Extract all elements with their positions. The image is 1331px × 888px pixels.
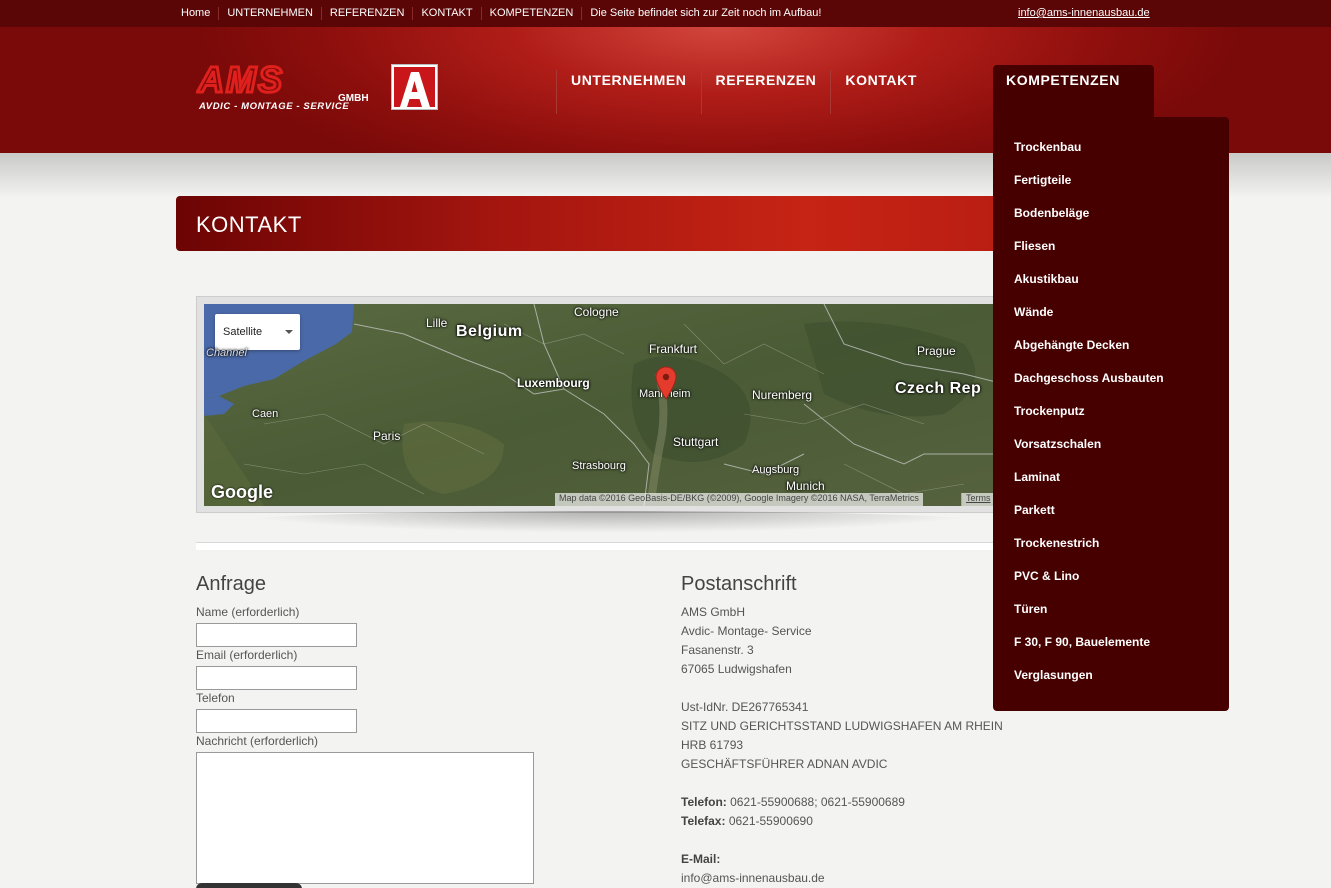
map-label-paris: Paris bbox=[373, 429, 401, 443]
phone-label: Telefon bbox=[196, 691, 235, 705]
top-nav-kompetenzen[interactable]: KOMPETENZEN bbox=[480, 7, 582, 20]
dropdown-item-laminat[interactable]: Laminat bbox=[993, 469, 1229, 502]
map-label-nuremberg: Nuremberg bbox=[752, 388, 813, 402]
phone-numbers: 0621-55900688; 0621-55900689 bbox=[730, 795, 905, 809]
map-shadow bbox=[230, 511, 990, 533]
email-line-label: E-Mail: bbox=[681, 850, 1003, 869]
map-marker-icon[interactable] bbox=[655, 366, 677, 400]
nav-kompetenzen[interactable]: KOMPETENZEN bbox=[993, 65, 1154, 123]
kompetenzen-dropdown: Trockenbau Fertigteile Bodenbeläge Flies… bbox=[993, 117, 1229, 711]
city: 67065 Ludwigshafen bbox=[681, 662, 792, 676]
dropdown-item-pvc-lino[interactable]: PVC & Lino bbox=[993, 568, 1229, 601]
google-map[interactable] bbox=[204, 304, 1004, 506]
dropdown-item-parkett[interactable]: Parkett bbox=[993, 502, 1229, 535]
nav-kontakt[interactable]: KONTAKT bbox=[830, 70, 931, 114]
hrb-number: HRB 61793 bbox=[681, 738, 744, 752]
fax-number: 0621-55900690 bbox=[728, 814, 813, 828]
address-block: AMS GmbH Avdic- Montage- Service Fasanen… bbox=[681, 603, 1003, 888]
map-label-channel: Channel bbox=[206, 347, 247, 359]
map-label-lille: Lille bbox=[426, 316, 448, 330]
fax-line: Telefax: 0621-55900690 bbox=[681, 812, 1003, 831]
submit-button[interactable] bbox=[196, 883, 302, 888]
ams-logo[interactable]: AMS GMBH AVDIC - MONTAGE - SERVICE bbox=[196, 50, 376, 113]
vat-id: Ust-IdNr. DE267765341 bbox=[681, 700, 809, 714]
chevron-down-icon bbox=[285, 330, 293, 334]
dropdown-item-waende[interactable]: Wände bbox=[993, 304, 1229, 337]
page-title: KONTAKT bbox=[196, 212, 302, 237]
dropdown-item-trockenbau[interactable]: Trockenbau bbox=[993, 139, 1229, 172]
map-label-prague: Prague bbox=[917, 344, 956, 358]
logo-tagline: AVDIC - MONTAGE - SERVICE bbox=[198, 101, 349, 112]
dropdown-item-akustikbau[interactable]: Akustikbau bbox=[993, 271, 1229, 304]
phone-line: Telefon: 0621-55900688; 0621-55900689 bbox=[681, 793, 1003, 812]
dropdown-item-f30-f90[interactable]: F 30, F 90, Bauelemente bbox=[993, 634, 1229, 667]
top-nav-home[interactable]: Home bbox=[174, 7, 218, 20]
court-seat: SITZ UND GERICHTSSTAND LUDWIGSHAFEN AM R… bbox=[681, 719, 1003, 733]
form-title: Anfrage bbox=[196, 573, 267, 595]
dropdown-item-verglasungen[interactable]: Verglasungen bbox=[993, 667, 1229, 700]
email-field[interactable] bbox=[196, 666, 357, 690]
map-label-strasbourg: Strasbourg bbox=[572, 460, 626, 472]
street: Fasanenstr. 3 bbox=[681, 643, 754, 657]
message-field[interactable] bbox=[196, 752, 534, 884]
dropdown-item-dachgeschoss[interactable]: Dachgeschoss Ausbauten bbox=[993, 370, 1229, 403]
top-email-link[interactable]: info@ams-innenausbau.de bbox=[1018, 7, 1150, 19]
dropdown-item-vorsatzschalen[interactable]: Vorsatzschalen bbox=[993, 436, 1229, 469]
a-badge-logo bbox=[391, 64, 438, 110]
email-heading: E-Mail: bbox=[681, 852, 721, 866]
dropdown-item-trockenputz[interactable]: Trockenputz bbox=[993, 403, 1229, 436]
map-label-munich: Munich bbox=[786, 479, 825, 493]
page-title-banner: KONTAKT bbox=[176, 196, 1076, 251]
map-label-augsburg: Augsburg bbox=[752, 464, 800, 476]
nav-referenzen[interactable]: REFERENZEN bbox=[700, 70, 831, 114]
nav-unternehmen[interactable]: UNTERNEHMEN bbox=[556, 70, 701, 114]
map-label-luxembourg: Luxembourg bbox=[517, 376, 590, 390]
logo-text: AMS bbox=[197, 59, 284, 100]
dropdown-item-trockenestrich[interactable]: Trockenestrich bbox=[993, 535, 1229, 568]
dropdown-item-abgehaengte-decken[interactable]: Abgehängte Decken bbox=[993, 337, 1229, 370]
map-type-select[interactable]: Satellite bbox=[215, 314, 300, 350]
map-label-belgium: Belgium bbox=[456, 323, 523, 340]
top-nav-referenzen[interactable]: REFERENZEN bbox=[320, 7, 413, 20]
map-label-stuttgart: Stuttgart bbox=[673, 435, 719, 449]
top-nav-unternehmen[interactable]: UNTERNEHMEN bbox=[218, 7, 321, 20]
phone-field[interactable] bbox=[196, 709, 357, 733]
message-label: Nachricht (erforderlich) bbox=[196, 734, 319, 748]
divider bbox=[196, 542, 1016, 550]
dropdown-item-fertigteile[interactable]: Fertigteile bbox=[993, 172, 1229, 205]
phone-line-label: Telefon: bbox=[681, 795, 727, 809]
address-title: Postanschrift bbox=[681, 573, 797, 595]
top-nav-kontakt[interactable]: KONTAKT bbox=[412, 7, 480, 20]
map-attribution: Map data ©2016 GeoBasis-DE/BKG (©2009), … bbox=[555, 493, 923, 506]
main-nav: UNTERNEHMEN REFERENZEN KONTAKT bbox=[556, 70, 931, 114]
google-logo: Google bbox=[211, 482, 273, 502]
email-label: Email (erforderlich) bbox=[196, 648, 298, 662]
name-label: Name (erforderlich) bbox=[196, 605, 300, 619]
contact-email-link[interactable]: info@ams-innenausbau.de bbox=[681, 869, 1003, 888]
map-terms-link[interactable]: Terms bbox=[961, 493, 995, 506]
map-label-caen: Caen bbox=[252, 408, 279, 420]
dropdown-item-bodenbelaege[interactable]: Bodenbeläge bbox=[993, 205, 1229, 238]
map-type-value: Satellite bbox=[223, 326, 263, 338]
construction-notice: Die Seite befindet sich zur Zeit noch im… bbox=[581, 7, 829, 20]
name-field[interactable] bbox=[196, 623, 357, 647]
fax-line-label: Telefax: bbox=[681, 814, 726, 828]
ceo: GESCHÄFTSFÜHRER ADNAN AVDIC bbox=[681, 757, 888, 771]
company-name: AMS GmbH bbox=[681, 605, 746, 619]
map-label-cologne: Cologne bbox=[574, 305, 619, 319]
dropdown-item-fliesen[interactable]: Fliesen bbox=[993, 238, 1229, 271]
nav-kompetenzen-label: KOMPETENZEN bbox=[1006, 72, 1120, 88]
dropdown-item-tueren[interactable]: Türen bbox=[993, 601, 1229, 634]
top-nav: Home UNTERNEHMEN REFERENZEN KONTAKT KOMP… bbox=[174, 0, 829, 27]
company-subtitle: Avdic- Montage- Service bbox=[681, 624, 812, 638]
map-label-czech: Czech Rep bbox=[895, 380, 982, 397]
map-label-frankfurt: Frankfurt bbox=[649, 342, 698, 356]
